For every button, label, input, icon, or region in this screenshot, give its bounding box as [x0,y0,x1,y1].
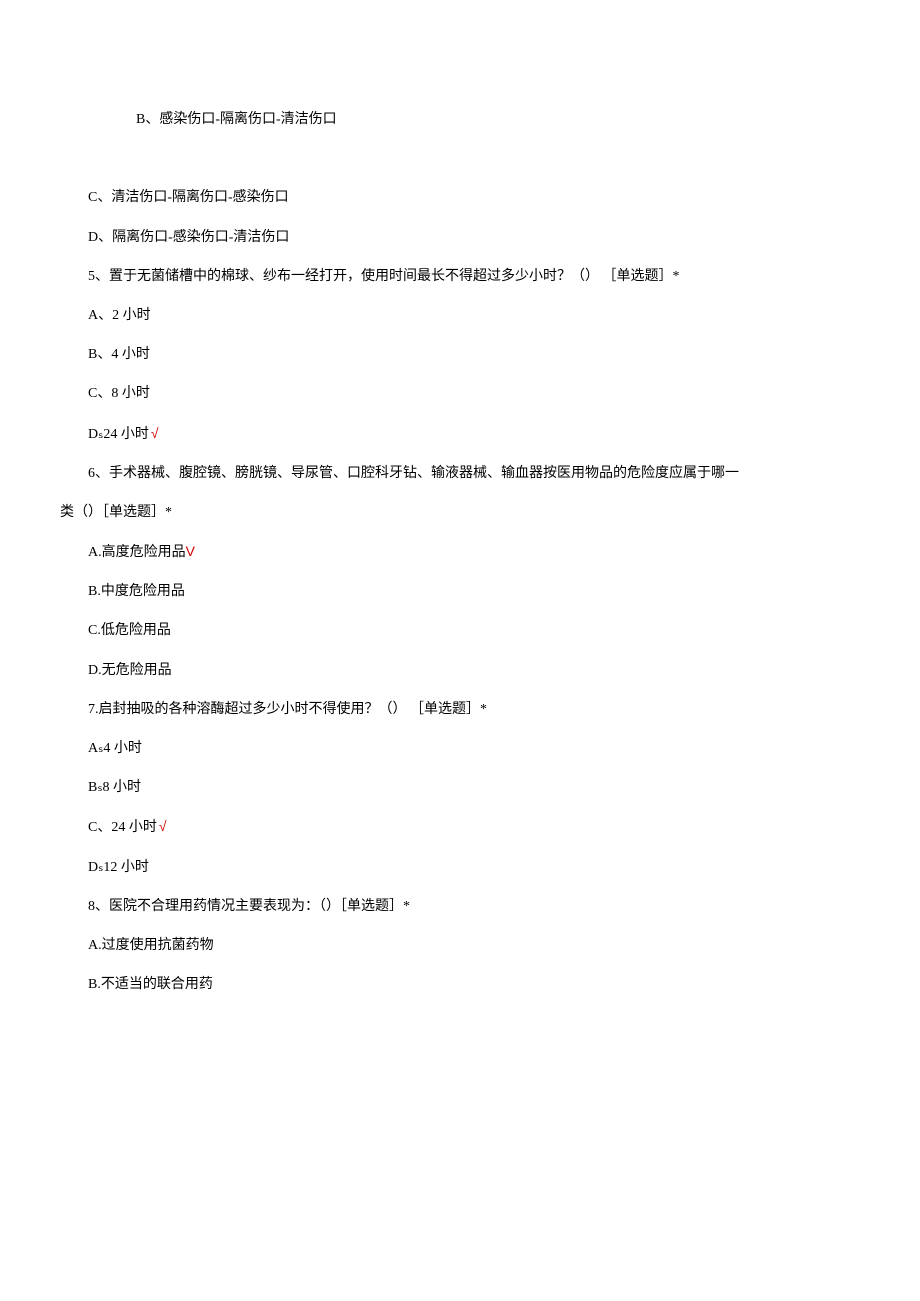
option-c-q7-text: C、24 小时 [88,820,157,835]
option-b-q8: B.不适当的联合用药 [60,965,860,1004]
option-a-q7: Aₛ4 小时 [60,729,860,768]
check-v-icon: V [186,543,195,559]
option-b-q7: Bₛ8 小时 [60,768,860,807]
question-6-line1: 6、手术器械、腹腔镜、膀胱镜、导尿管、口腔科牙钻、输液器械、输血器按医用物品的危… [60,454,860,493]
option-a-q8: A.过度使用抗菌药物 [60,926,860,965]
question-6-line2: 类（）［单选题］* [60,493,860,532]
question-7: 7.启封抽吸的各种溶酶超过多少小时不得使用？（） ［单选题］* [60,690,860,729]
question-5: 5、置于无菌储槽中的棉球、纱布一经打开，使用时间最长不得超过多少小时？（） ［单… [60,257,860,296]
option-b-q4: B、感染伤口-隔离伤口-清洁伤口 [60,100,860,139]
option-d-q7: Dₛ12 小时 [60,848,860,887]
option-d-q5: Dₛ24 小时√ [60,414,860,454]
option-b-q5: B、4 小时 [60,335,860,374]
check-icon: √ [159,818,167,834]
check-icon: √ [151,425,159,441]
option-d-q4: D、隔离伤口-感染伤口-清洁伤口 [60,218,860,257]
option-c-q4: C、清洁伤口-隔离伤口-感染伤口 [60,178,860,217]
option-c-q5: C、8 小时 [60,374,860,413]
option-c-q6: C.低危险用品 [60,611,860,650]
option-a-q6-text: A.高度危险用品 [88,545,186,560]
option-a-q6: A.高度危险用品V [60,532,860,572]
option-a-q5: A、2 小时 [60,296,860,335]
document-page: B、感染伤口-隔离伤口-清洁伤口 C、清洁伤口-隔离伤口-感染伤口 D、隔离伤口… [0,0,920,1064]
option-c-q7: C、24 小时√ [60,807,860,847]
option-d-q6: D.无危险用品 [60,651,860,690]
blank-spacer [60,139,860,178]
option-d-q5-text: Dₛ24 小时 [88,427,149,442]
question-8: 8、医院不合理用药情况主要表现为：（）［单选题］* [60,887,860,926]
option-b-q6: B.中度危险用品 [60,572,860,611]
